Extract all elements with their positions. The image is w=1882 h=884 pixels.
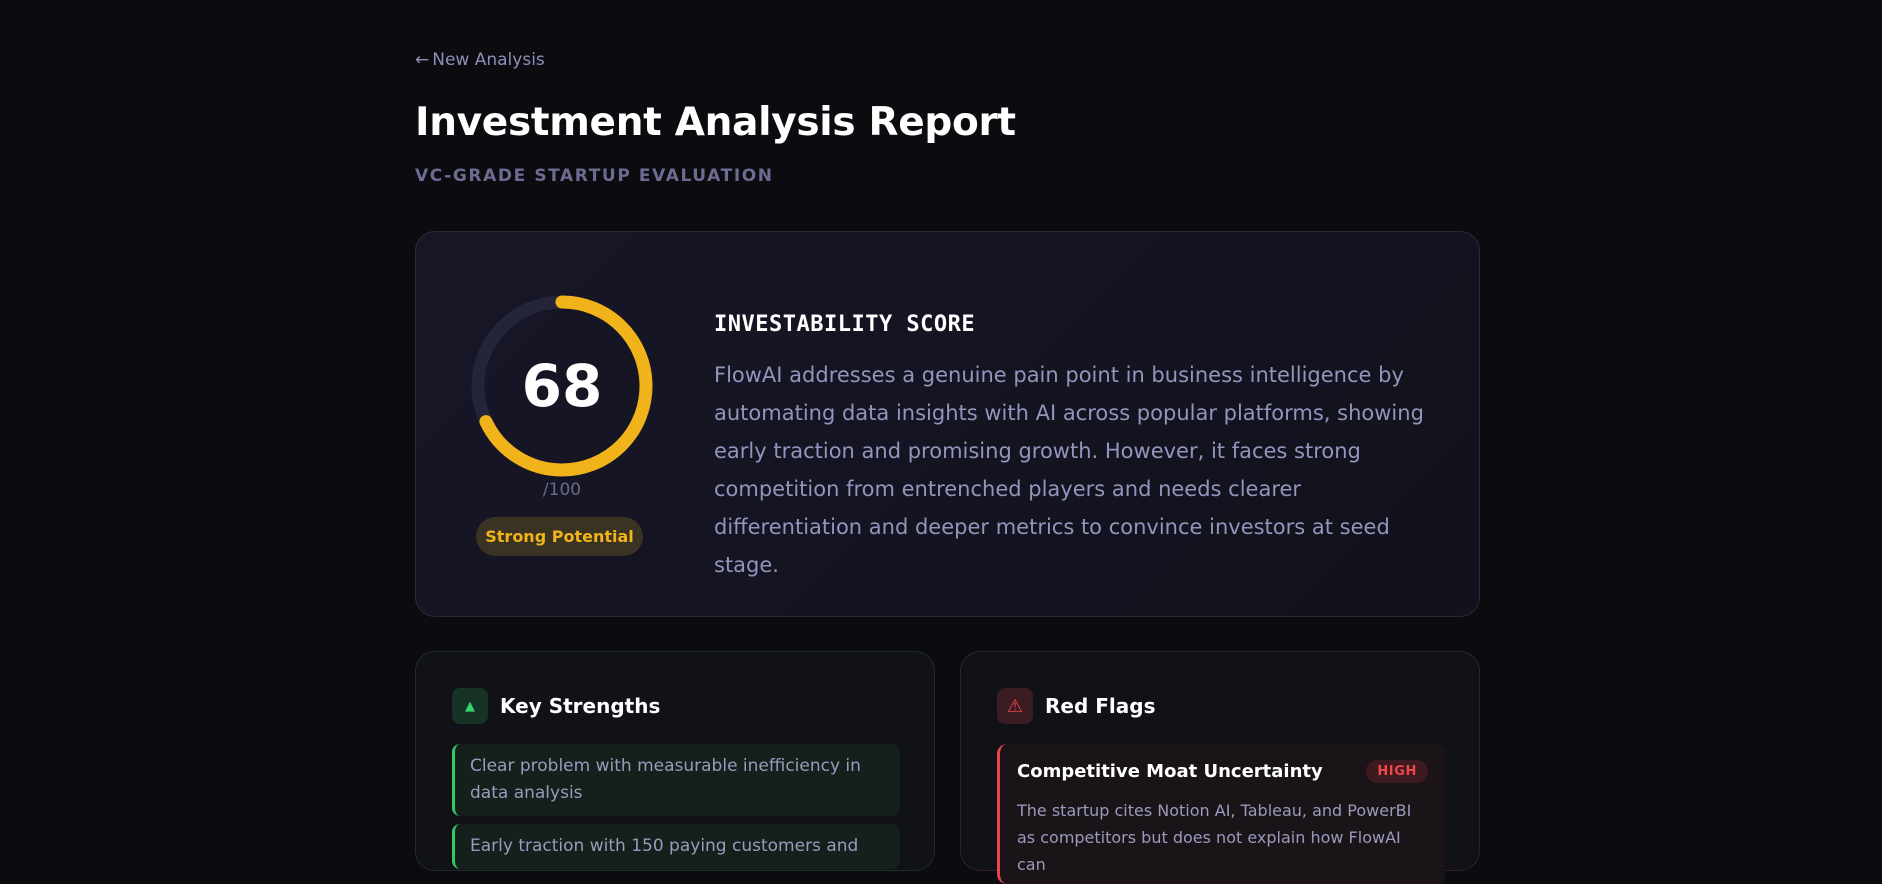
new-analysis-link[interactable]: ← New Analysis [415, 50, 545, 70]
strengths-title: Key Strengths [500, 694, 661, 718]
red-flag-title: Competitive Moat Uncertainty [1017, 761, 1323, 782]
triangle-up-icon: ▲ [452, 688, 488, 724]
score-value: 68 [521, 352, 603, 420]
score-section-title: INVESTABILITY SCORE [714, 312, 976, 337]
score-summary: FlowAI addresses a genuine pain point in… [714, 363, 1424, 577]
strength-item: Clear problem with measurable inefficien… [452, 744, 900, 816]
rating-badge: Strong Potential [476, 517, 643, 556]
page-subtitle: VC-GRADE STARTUP EVALUATION [415, 166, 774, 186]
score-gauge: 68 [468, 292, 656, 480]
warning-icon: ⚠ [997, 688, 1033, 724]
page-title: Investment Analysis Report [415, 100, 1016, 145]
red-flag-head: Competitive Moat Uncertainty HIGH [1017, 760, 1428, 783]
back-link-label: New Analysis [432, 50, 545, 70]
red-flags-title: Red Flags [1045, 694, 1156, 718]
red-flags-header: ⚠ Red Flags [997, 688, 1155, 724]
red-flag-description: The startup cites Notion AI, Tableau, an… [1017, 801, 1412, 874]
key-strengths-panel: ▲ Key Strengths Clear problem with measu… [415, 651, 935, 871]
arrow-left-icon: ← [415, 50, 430, 70]
red-flags-panel: ⚠ Red Flags Competitive Moat Uncertainty… [960, 651, 1480, 884]
severity-badge: HIGH [1366, 760, 1428, 783]
investability-score-card: 68 /100 Strong Potential INVESTABILITY S… [415, 231, 1480, 617]
strengths-header: ▲ Key Strengths [452, 688, 660, 724]
score-max: /100 [542, 480, 582, 500]
red-flag-item: Competitive Moat Uncertainty HIGH The st… [997, 744, 1445, 884]
